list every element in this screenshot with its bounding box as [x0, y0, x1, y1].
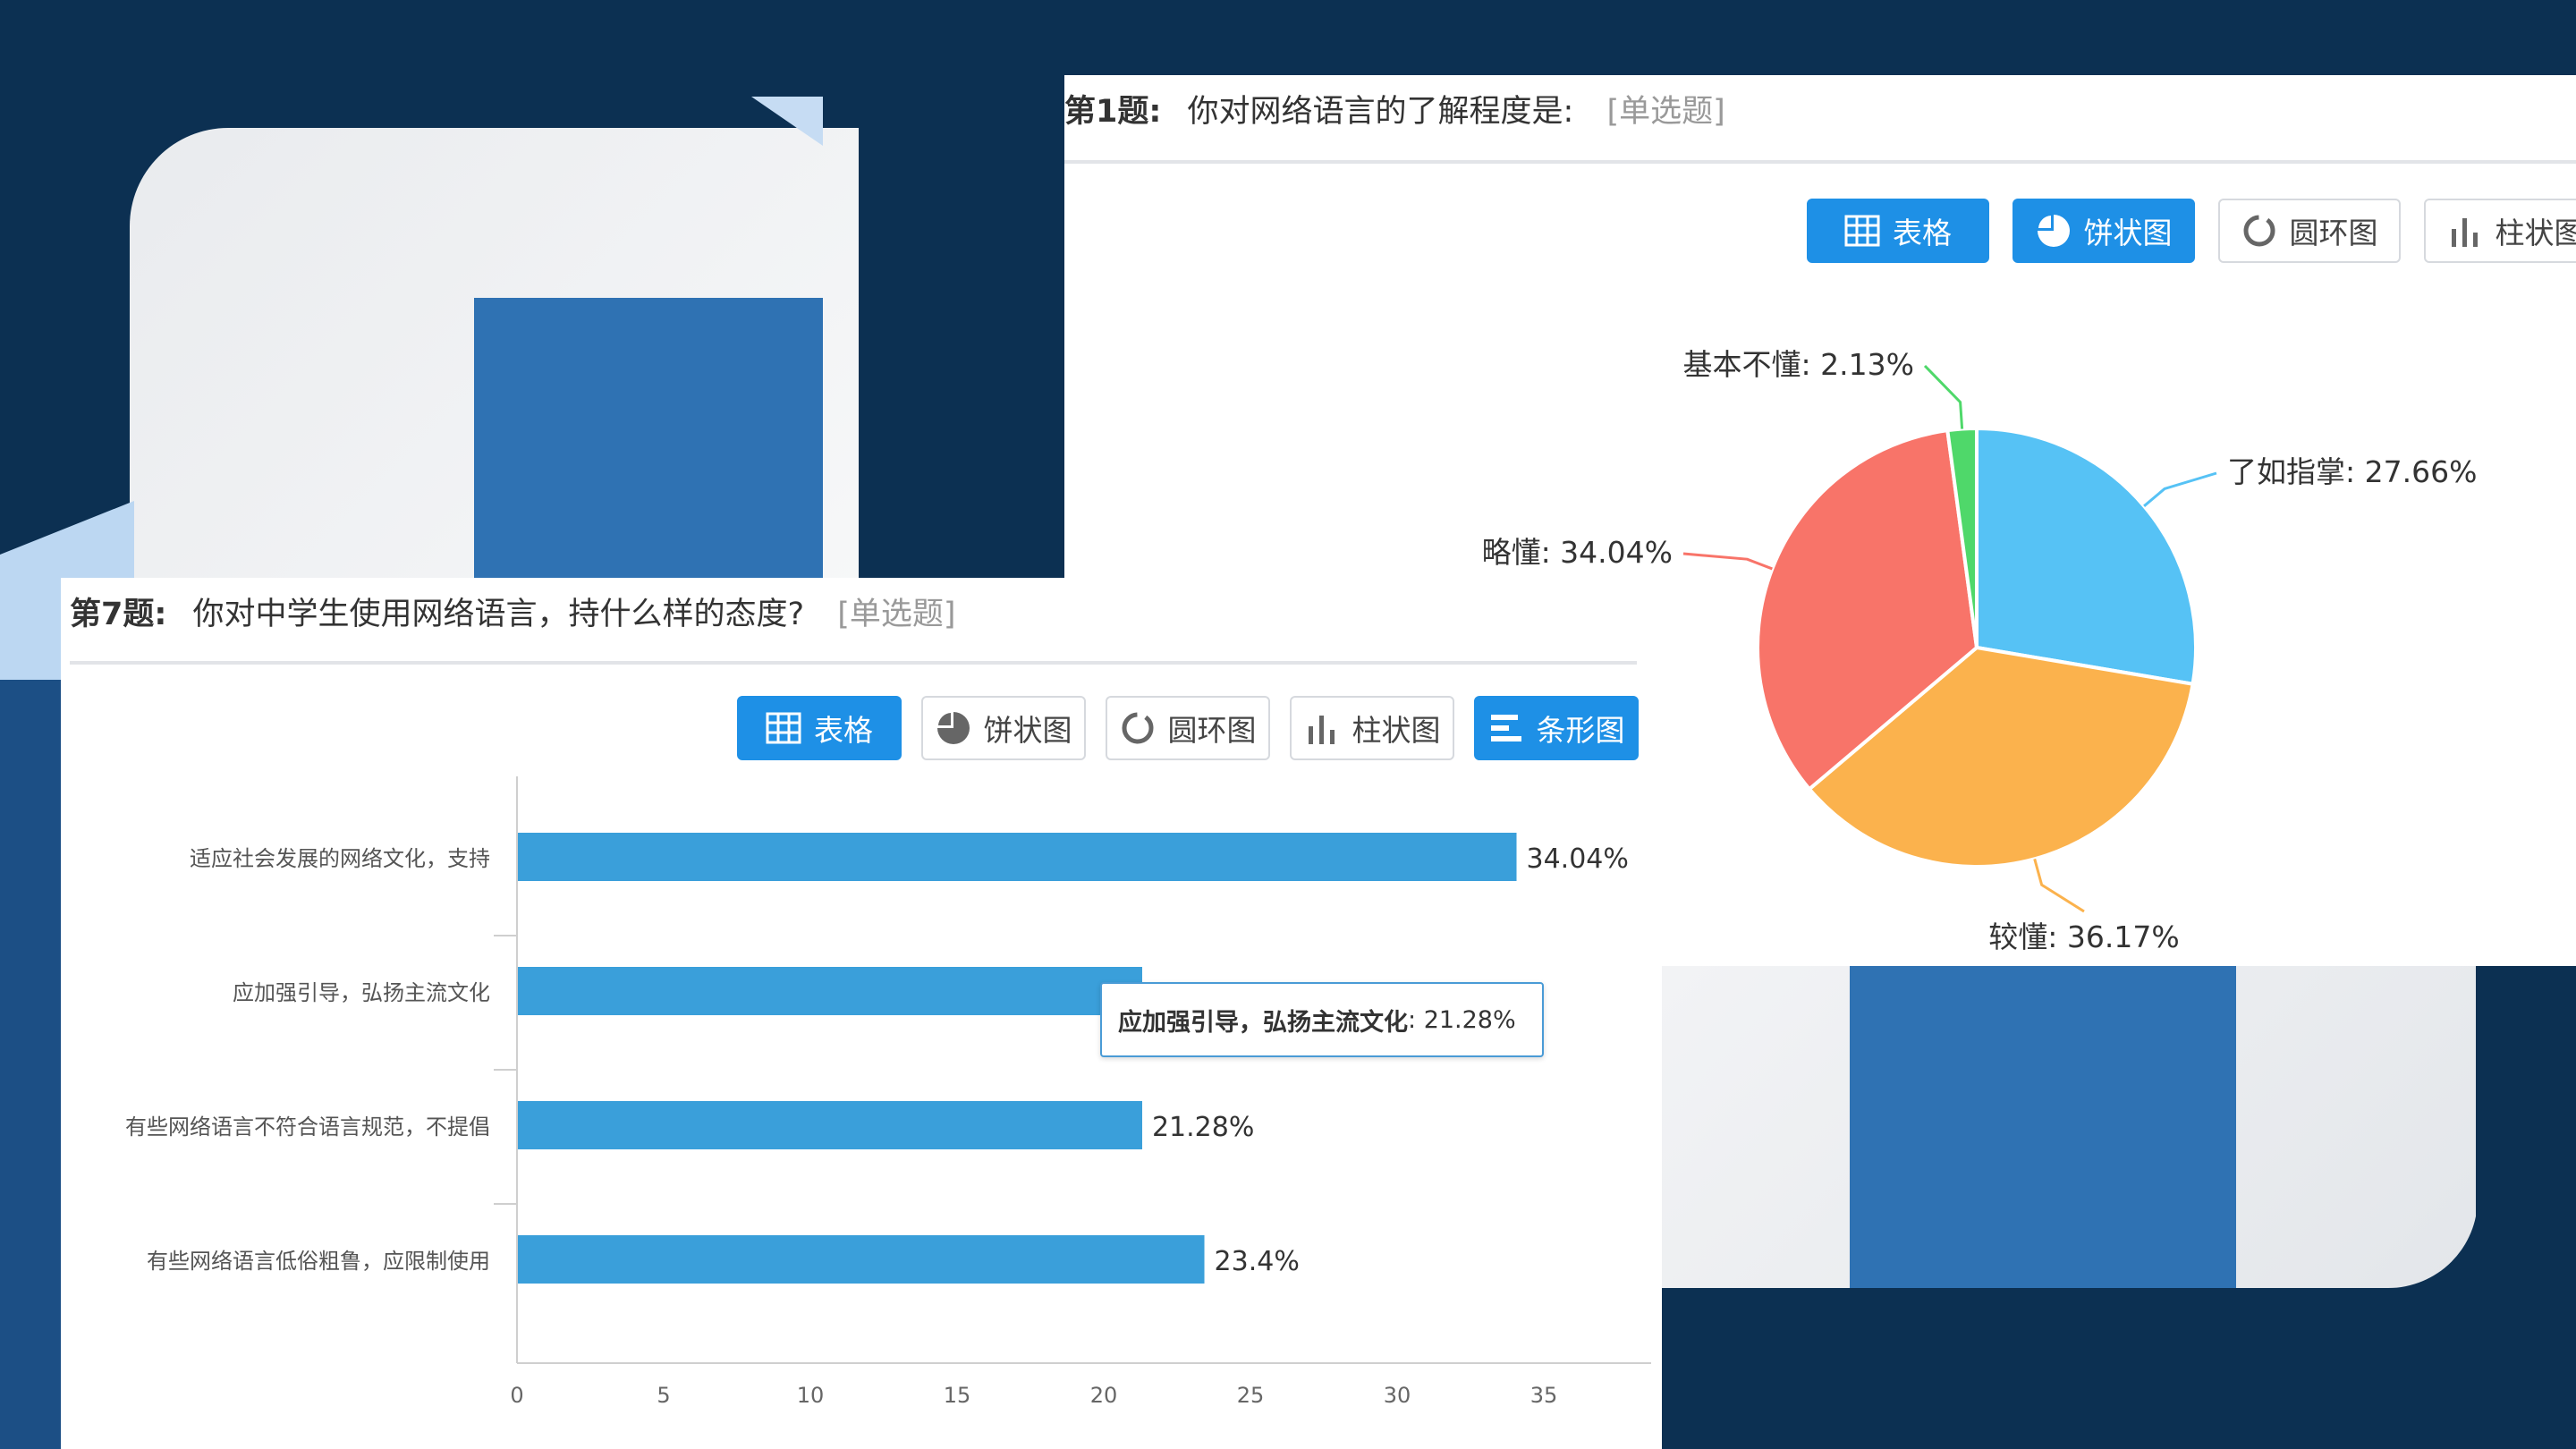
- pie-leader-line-2: [1682, 552, 1773, 571]
- bar-3[interactable]: [518, 1235, 1205, 1284]
- bar-0[interactable]: [518, 833, 1517, 881]
- bg-dark-band-right: [2476, 966, 2576, 1449]
- pie-slice-0[interactable]: [1975, 426, 2198, 687]
- pie-leader-line-0: [2143, 471, 2217, 507]
- bg-blue-block-right: [1850, 966, 2236, 1288]
- pie-label-0: 了如指掌: 27.66%: [2227, 454, 2477, 489]
- category-label-1: 应加强引导，弘扬主流文化: [233, 980, 490, 1005]
- x-tick-label-4: 20: [1090, 1383, 1118, 1408]
- tooltip-value: 21.28%: [1423, 1005, 1516, 1034]
- pie-leader-line-3: [1923, 364, 1964, 429]
- bar-value-label-0: 34.04%: [1527, 843, 1629, 875]
- pie-leader-line-1: [2033, 858, 2085, 913]
- pie-label-1: 较懂: 36.17%: [1988, 919, 2179, 954]
- pie-label-3: 基本不懂: 2.13%: [1683, 347, 1914, 382]
- bg-mid-stripe-left: [0, 680, 63, 1449]
- bar-value-label-2: 21.28%: [1152, 1112, 1254, 1143]
- bar-2[interactable]: [518, 1101, 1142, 1149]
- category-label-3: 有些网络语言低俗粗鲁，应限制使用: [147, 1249, 490, 1274]
- x-tick-label-2: 10: [797, 1383, 825, 1408]
- x-tick-label-5: 25: [1237, 1383, 1265, 1408]
- x-tick-label-6: 30: [1384, 1383, 1411, 1408]
- x-tick-label-1: 5: [657, 1383, 670, 1408]
- bar-tooltip: 应加强引导，弘扬主流文化 : 21.28%: [1100, 982, 1544, 1057]
- bar-value-label-3: 23.4%: [1215, 1246, 1300, 1277]
- category-label-0: 适应社会发展的网络文化，支持: [190, 846, 490, 871]
- x-tick-label-0: 0: [510, 1383, 523, 1408]
- bg-blue-block-left: [474, 298, 823, 593]
- x-tick-label-3: 15: [944, 1383, 971, 1408]
- x-tick-label-7: 35: [1530, 1383, 1558, 1408]
- tooltip-label: 应加强引导，弘扬主流文化: [1118, 1008, 1408, 1037]
- question7-panel: 第7题: 你对中学生使用网络语言，持什么样的态度? [单选题] 表格 饼状图 圆…: [61, 578, 1662, 1449]
- pie-label-2: 略懂: 34.04%: [1482, 535, 1673, 570]
- category-label-2: 有些网络语言不符合语言规范，不提倡: [125, 1114, 490, 1140]
- bar-1[interactable]: [518, 967, 1142, 1015]
